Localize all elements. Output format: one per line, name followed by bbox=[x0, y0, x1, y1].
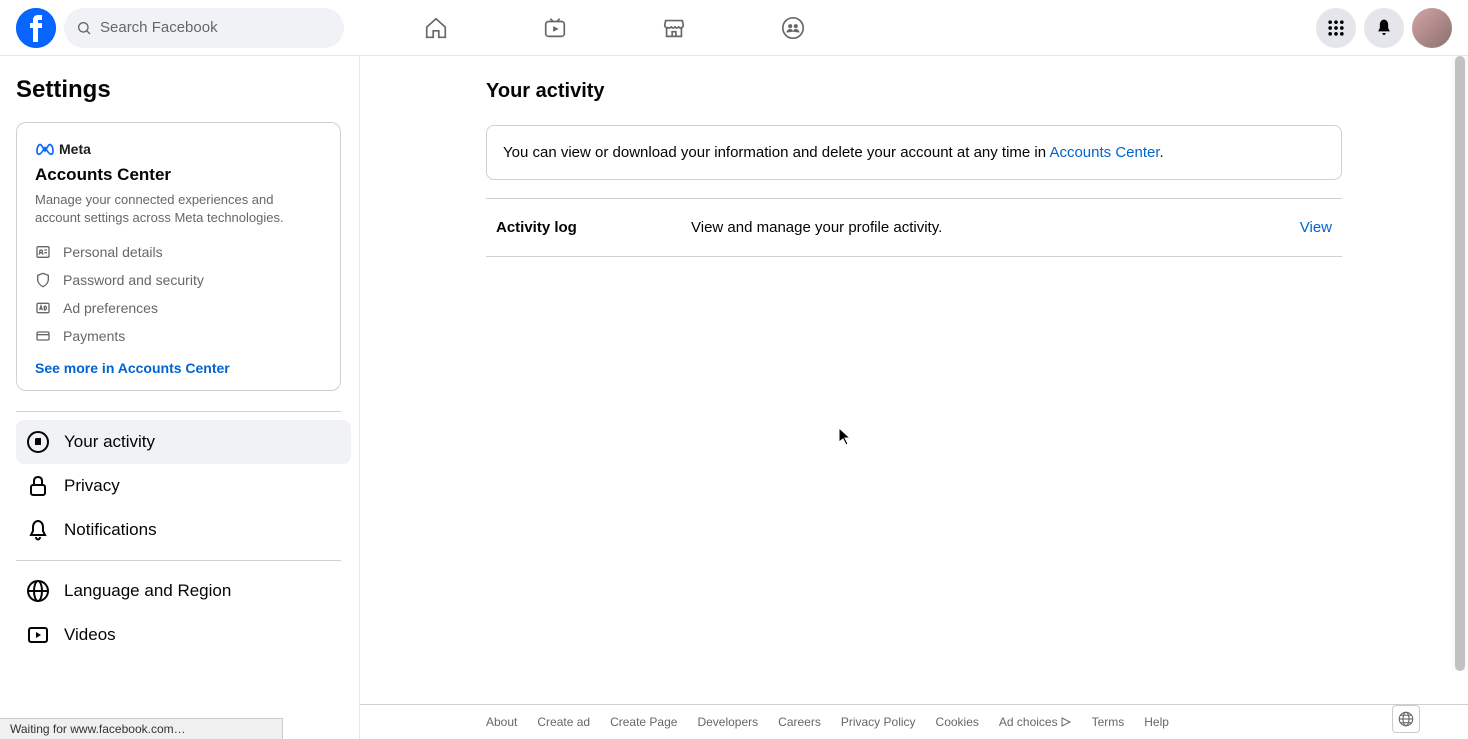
info-prefix: You can view or download your informatio… bbox=[503, 144, 1049, 161]
scrollbar-thumb[interactable] bbox=[1455, 56, 1465, 671]
video-icon bbox=[26, 623, 50, 647]
ac-item-payments[interactable]: Payments bbox=[35, 322, 322, 350]
nav-label: Privacy bbox=[64, 476, 120, 496]
footer-link-terms[interactable]: Terms bbox=[1092, 715, 1125, 729]
accounts-center-title: Accounts Center bbox=[35, 165, 322, 185]
globe-icon bbox=[1397, 710, 1415, 728]
footer-link-create-page[interactable]: Create Page bbox=[610, 715, 677, 729]
globe-icon bbox=[26, 579, 50, 603]
video-icon bbox=[542, 15, 568, 41]
footer-link-create-ad[interactable]: Create ad bbox=[537, 715, 590, 729]
meta-label: Meta bbox=[59, 141, 91, 157]
ac-item-label: Ad preferences bbox=[63, 300, 158, 316]
nav-label: Your activity bbox=[64, 432, 155, 452]
header-nav bbox=[380, 0, 848, 56]
search-icon bbox=[76, 20, 92, 36]
nav-groups[interactable] bbox=[737, 0, 848, 56]
page-title: Settings bbox=[16, 76, 351, 104]
see-more-accounts-center-link[interactable]: See more in Accounts Center bbox=[35, 360, 322, 376]
menu-grid-icon bbox=[1326, 18, 1346, 38]
lock-icon bbox=[26, 474, 50, 498]
content-heading: Your activity bbox=[486, 80, 1342, 103]
nav-label: Language and Region bbox=[64, 581, 231, 601]
language-selector-button[interactable] bbox=[1392, 705, 1420, 733]
personal-details-icon bbox=[35, 244, 51, 260]
footer-link-careers[interactable]: Careers bbox=[778, 715, 821, 729]
nav-marketplace[interactable] bbox=[618, 0, 729, 56]
ac-item-personal-details[interactable]: Personal details bbox=[35, 238, 322, 266]
footer-link-cookies[interactable]: Cookies bbox=[936, 715, 979, 729]
info-suffix: . bbox=[1160, 144, 1164, 161]
view-activity-link[interactable]: View bbox=[1300, 219, 1332, 236]
ad-choices-icon bbox=[1060, 716, 1072, 728]
info-box: You can view or download your informatio… bbox=[486, 125, 1342, 180]
accounts-center-link[interactable]: Accounts Center bbox=[1049, 144, 1159, 161]
payments-icon bbox=[35, 328, 51, 344]
footer: About Create ad Create Page Developers C… bbox=[360, 704, 1468, 739]
notifications-button[interactable] bbox=[1364, 8, 1404, 48]
bell-icon bbox=[1374, 18, 1394, 38]
header-right bbox=[1316, 8, 1452, 48]
accounts-center-description: Manage your connected experiences and ac… bbox=[35, 191, 322, 226]
footer-link-about[interactable]: About bbox=[486, 715, 517, 729]
menu-button[interactable] bbox=[1316, 8, 1356, 48]
footer-link-ad-choices[interactable]: Ad choices bbox=[999, 715, 1072, 729]
profile-avatar[interactable] bbox=[1412, 8, 1452, 48]
shield-icon bbox=[35, 272, 51, 288]
nav-label: Notifications bbox=[64, 520, 157, 540]
ac-item-label: Payments bbox=[63, 328, 125, 344]
nav-label: Videos bbox=[64, 625, 116, 645]
activity-icon bbox=[26, 430, 50, 454]
search-box[interactable] bbox=[64, 8, 344, 48]
footer-link-developers[interactable]: Developers bbox=[697, 715, 758, 729]
activity-log-row: Activity log View and manage your profil… bbox=[486, 199, 1342, 257]
nav-video[interactable] bbox=[499, 0, 610, 56]
top-header bbox=[0, 0, 1468, 56]
home-icon bbox=[423, 15, 449, 41]
meta-logo: Meta bbox=[35, 141, 322, 157]
activity-log-title: Activity log bbox=[496, 219, 691, 236]
footer-link-privacy-policy[interactable]: Privacy Policy bbox=[841, 715, 916, 729]
facebook-logo[interactable] bbox=[16, 8, 56, 48]
ac-item-label: Personal details bbox=[63, 244, 163, 260]
divider bbox=[16, 411, 341, 412]
footer-link-help[interactable]: Help bbox=[1144, 715, 1169, 729]
sidebar-item-videos[interactable]: Videos bbox=[16, 613, 351, 657]
search-input[interactable] bbox=[100, 19, 332, 36]
nav-home[interactable] bbox=[380, 0, 491, 56]
content-area: Your activity You can view or download y… bbox=[360, 56, 1468, 739]
marketplace-icon bbox=[661, 15, 687, 41]
divider bbox=[16, 560, 341, 561]
ac-item-label: Password and security bbox=[63, 272, 204, 288]
settings-sidebar: Settings Meta Accounts Center Manage you… bbox=[0, 56, 360, 739]
sidebar-item-notifications[interactable]: Notifications bbox=[16, 508, 351, 552]
groups-icon bbox=[780, 15, 806, 41]
ac-item-password-security[interactable]: Password and security bbox=[35, 266, 322, 294]
ad-choices-label: Ad choices bbox=[999, 715, 1058, 729]
ac-item-ad-preferences[interactable]: Ad preferences bbox=[35, 294, 322, 322]
sidebar-item-your-activity[interactable]: Your activity bbox=[16, 420, 351, 464]
meta-logo-icon bbox=[35, 142, 55, 156]
ad-icon bbox=[35, 300, 51, 316]
activity-log-desc: View and manage your profile activity. bbox=[691, 219, 1300, 236]
sidebar-item-privacy[interactable]: Privacy bbox=[16, 464, 351, 508]
browser-status-bar: Waiting for www.facebook.com… bbox=[0, 718, 283, 739]
accounts-center-card[interactable]: Meta Accounts Center Manage your connect… bbox=[16, 122, 341, 391]
sidebar-item-language-region[interactable]: Language and Region bbox=[16, 569, 351, 613]
header-left bbox=[16, 8, 344, 48]
bell-icon bbox=[26, 518, 50, 542]
scrollbar[interactable] bbox=[1452, 56, 1468, 671]
